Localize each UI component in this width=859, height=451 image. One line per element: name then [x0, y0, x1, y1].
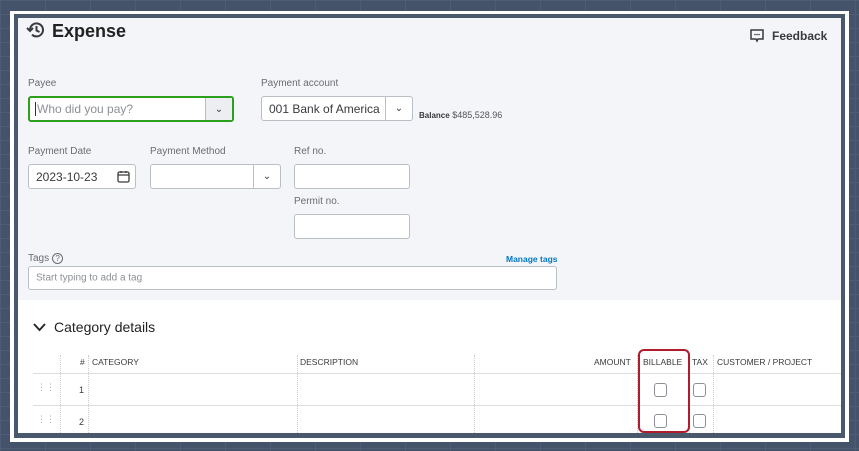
- column-header-customer-project[interactable]: CUSTOMER / PROJECT: [717, 357, 812, 367]
- payment-method-label: Payment Method: [150, 146, 226, 157]
- drag-handle-icon[interactable]: ⋮⋮: [37, 414, 55, 425]
- tax-checkbox[interactable]: [693, 414, 706, 428]
- chevron-down-icon: ⌄: [214, 103, 224, 115]
- history-icon: [26, 22, 44, 38]
- payment-date-label: Payment Date: [28, 146, 92, 157]
- payment-account-value: 001 Bank of America: [269, 101, 380, 116]
- column-divider: [60, 355, 61, 433]
- category-details-title: Category details: [54, 319, 156, 335]
- help-icon[interactable]: ?: [52, 253, 64, 264]
- column-divider: [297, 355, 298, 433]
- column-header-category[interactable]: CATEGORY: [92, 357, 139, 367]
- billable-highlight: [638, 349, 690, 433]
- chevron-down-icon: [33, 322, 46, 331]
- ref-no-input[interactable]: [294, 164, 410, 189]
- column-header-amount[interactable]: AMOUNT: [594, 357, 631, 367]
- row-number: 2: [79, 417, 85, 427]
- manage-tags-link[interactable]: Manage tags: [506, 254, 558, 264]
- column-divider: [713, 355, 714, 433]
- chevron-down-icon: ⌄: [262, 171, 272, 182]
- feedback-button[interactable]: Feedback: [749, 28, 827, 44]
- payment-account-label: Payment account: [261, 78, 339, 89]
- feedback-label: Feedback: [772, 29, 828, 43]
- column-header-number[interactable]: #: [80, 357, 85, 367]
- tax-checkbox[interactable]: [693, 383, 706, 397]
- payment-date-value: 2023-10-23: [36, 169, 98, 184]
- payee-label: Payee: [28, 78, 57, 89]
- row-number: 1: [79, 385, 85, 395]
- permit-no-input[interactable]: [294, 214, 410, 239]
- payee-placeholder: Who did you pay?: [35, 102, 134, 116]
- permit-no-label: Permit no.: [294, 196, 340, 207]
- payment-account-dropdown-button[interactable]: ⌄: [385, 97, 412, 120]
- tags-placeholder: Start typing to add a tag: [36, 272, 143, 284]
- table-header-divider: [33, 373, 841, 374]
- chat-icon: [750, 29, 764, 43]
- column-header-description[interactable]: DESCRIPTION: [300, 357, 358, 367]
- tags-label: Tags: [28, 253, 50, 264]
- row-divider: [33, 405, 841, 406]
- drag-handle-icon[interactable]: ⋮⋮: [37, 382, 55, 393]
- payee-input[interactable]: Who did you pay? ⌄: [28, 96, 234, 122]
- column-header-tax[interactable]: TAX: [692, 357, 708, 367]
- page-title: Expense: [52, 21, 127, 41]
- tags-input[interactable]: Start typing to add a tag: [28, 266, 557, 290]
- payment-method-dropdown-button[interactable]: ⌄: [253, 165, 280, 188]
- calendar-icon[interactable]: [117, 170, 130, 183]
- payment-account-select[interactable]: 001 Bank of America ⌄: [261, 96, 413, 121]
- payment-method-select[interactable]: ⌄: [150, 164, 281, 189]
- payment-date-input[interactable]: 2023-10-23: [28, 164, 136, 189]
- balance-value: $485,528.96: [452, 110, 503, 120]
- balance-label: Balance: [419, 111, 450, 120]
- column-divider: [88, 355, 89, 433]
- payee-dropdown-button[interactable]: ⌄: [205, 98, 232, 120]
- category-details-toggle[interactable]: Category details: [33, 319, 155, 335]
- ref-no-label: Ref no.: [294, 146, 327, 157]
- chevron-down-icon: ⌄: [394, 103, 404, 114]
- column-divider: [474, 355, 475, 433]
